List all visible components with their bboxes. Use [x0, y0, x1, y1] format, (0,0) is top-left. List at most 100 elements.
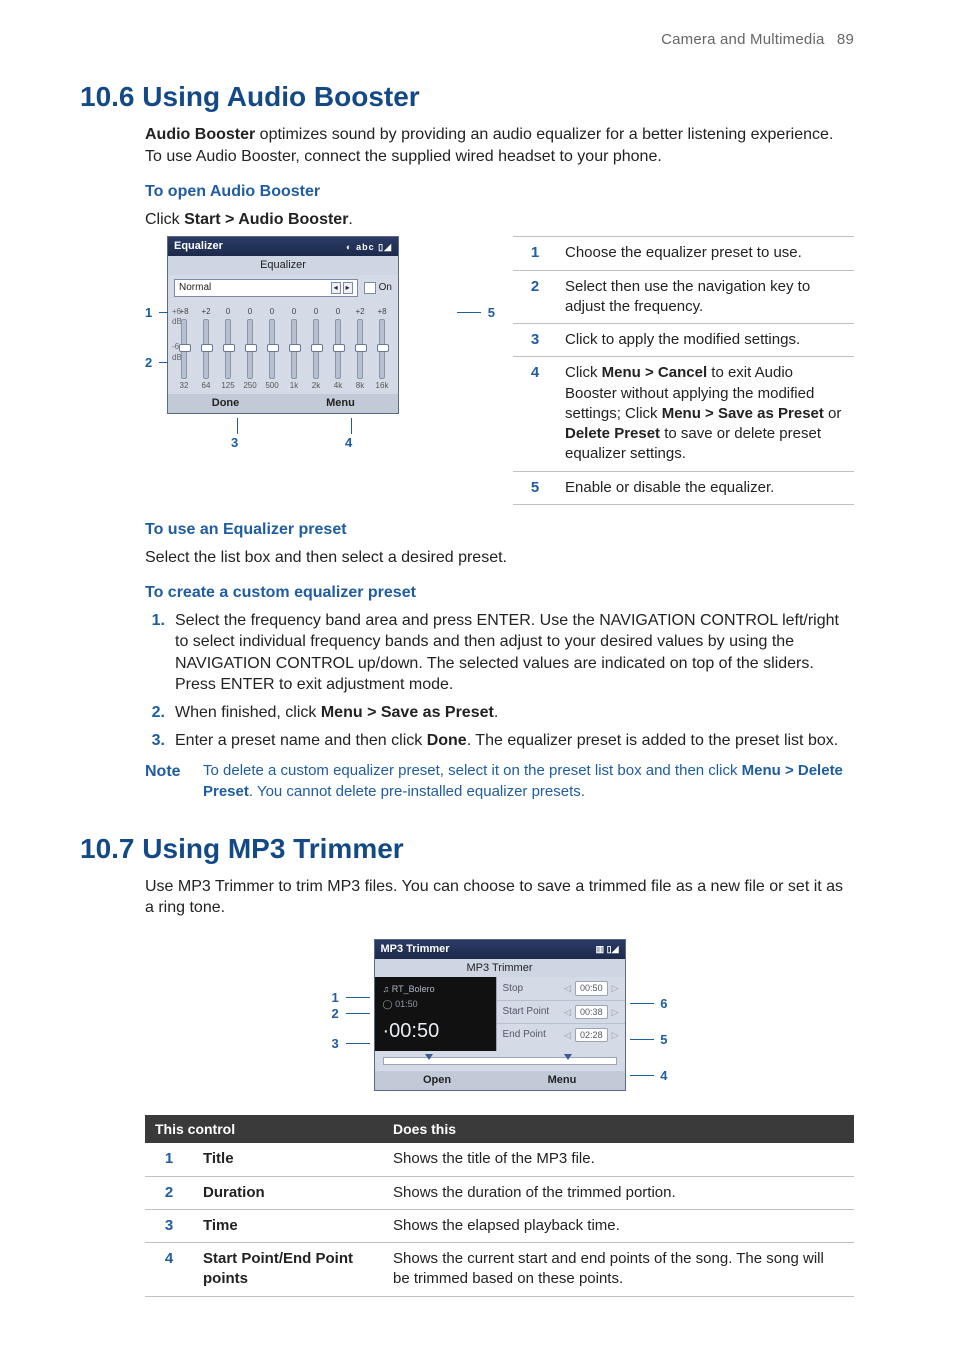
combo-left-icon[interactable]: ◂ [331, 282, 341, 294]
eq-band-track[interactable] [335, 319, 341, 379]
callout-3: 3 [231, 434, 238, 452]
eq-sliders[interactable]: +6 dB -6 dB +832+26401250250050001k02k04… [168, 301, 398, 395]
slider-knob-icon[interactable] [179, 344, 191, 352]
eq-band-track[interactable] [247, 319, 253, 379]
slider-knob-icon[interactable] [223, 344, 235, 352]
sub-open-audio-booster: To open Audio Booster [145, 181, 854, 203]
slider-knob-icon[interactable] [267, 344, 279, 352]
mp3-value-row[interactable]: Start Point◁00:38▷ [497, 1001, 625, 1024]
use-preset-line: Select the list box and then select a de… [145, 547, 854, 569]
chevron-right-icon[interactable]: ▷ [612, 1029, 619, 1041]
create-preset-steps: 1.Select the frequency band area and pre… [145, 610, 854, 752]
row-num: 2 [145, 1176, 193, 1209]
eq-band-freq: 2k [312, 381, 320, 392]
eq-band[interactable]: +28k [352, 307, 368, 393]
slider-knob-icon[interactable] [311, 344, 323, 352]
eq-band-freq: 16k [376, 381, 389, 392]
callout-num: 3 [513, 324, 557, 357]
mp3-trim-slider[interactable] [375, 1051, 625, 1071]
mp3-duration: ◯ 01:50 [383, 998, 488, 1010]
eq-band-track[interactable] [203, 319, 209, 379]
row-num: 3 [145, 1209, 193, 1242]
eq-band-value: 0 [270, 307, 274, 318]
eq-band-freq: 64 [202, 381, 211, 392]
row-desc: Shows the elapsed playback time. [383, 1209, 854, 1242]
chevron-left-icon[interactable]: ◁ [564, 982, 571, 994]
mp3-row-value: 02:28 [575, 1028, 608, 1042]
checkbox-icon[interactable] [364, 282, 376, 294]
eq-band-track[interactable] [379, 319, 385, 379]
eq-band[interactable]: +2 64 [198, 307, 214, 393]
slider-knob-icon[interactable] [201, 344, 213, 352]
equalizer-screenshot: Equalizer ◐ abc ▯◢ Equalizer Normal ◂▸ O… [167, 236, 399, 414]
mp3-right-pane: Stop◁00:50▷Start Point◁00:38▷End Point◁0… [497, 977, 625, 1050]
eq-band[interactable]: 02k [308, 307, 324, 393]
combo-right-icon[interactable]: ▸ [343, 282, 353, 294]
row-desc: Shows the title of the MP3 file. [383, 1143, 854, 1176]
eq-band-track[interactable] [269, 319, 275, 379]
menu-softkey[interactable]: Menu [500, 1073, 625, 1088]
slider-knob-icon[interactable] [355, 344, 367, 352]
eq-band[interactable]: 0 500 [264, 307, 280, 393]
eq-band-freq: 32 [180, 381, 189, 392]
eq-toolbar: Equalizer [168, 256, 398, 275]
preset-combo[interactable]: Normal ◂▸ [174, 279, 358, 297]
sub-use-preset: To use an Equalizer preset [145, 519, 854, 541]
mp3-value-row[interactable]: Stop◁00:50▷ [497, 977, 625, 1000]
mp3-song-title: ♫ RT_Bolero [383, 983, 488, 995]
equalizer-on-toggle[interactable]: On [364, 281, 392, 295]
slider-knob-icon[interactable] [377, 344, 389, 352]
eq-band[interactable]: +816k [374, 307, 390, 393]
intro-10-6: Audio Booster optimizes sound by providi… [145, 124, 854, 167]
mp3-row-label: Stop [503, 982, 524, 996]
slider-knob-icon[interactable] [289, 344, 301, 352]
slider-knob-icon[interactable] [333, 344, 345, 352]
mp3-controls-table: This control Does this 1TitleShows the t… [145, 1115, 854, 1297]
callout-desc: Select then use the navigation key to ad… [557, 270, 854, 324]
chevron-left-icon[interactable]: ◁ [564, 1006, 571, 1018]
eq-band[interactable]: 01k [286, 307, 302, 393]
callout-num: 4 [513, 357, 557, 471]
callout-1: 1 [145, 304, 152, 322]
status-icons: ▥ ▯◢ [596, 943, 619, 955]
eq-band-value: +2 [201, 307, 210, 318]
eq-band-track[interactable] [291, 319, 297, 379]
row-num: 4 [145, 1243, 193, 1297]
end-mark-icon[interactable] [564, 1054, 572, 1060]
row-desc: Shows the current start and end points o… [383, 1243, 854, 1297]
eq-band-freq: 500 [265, 381, 278, 392]
sub-create-preset: To create a custom equalizer preset [145, 582, 854, 604]
slider-knob-icon[interactable] [245, 344, 257, 352]
mp3-time: ·00:50 [383, 1018, 488, 1045]
done-softkey[interactable]: Done [168, 396, 283, 411]
start-mark-icon[interactable] [425, 1054, 433, 1060]
eq-band[interactable]: 0125 [220, 307, 236, 393]
eq-band[interactable]: 0250 [242, 307, 258, 393]
callout-4: 4 [660, 1067, 667, 1085]
eq-band-track[interactable] [181, 319, 187, 379]
eq-band-value: 0 [336, 307, 340, 318]
open-command: Click Start > Audio Booster. [145, 209, 854, 231]
intro-bold: Audio Booster [145, 126, 255, 143]
mp3-row-label: End Point [503, 1028, 546, 1042]
mp3-row-label: Start Point [503, 1005, 550, 1019]
eq-band-freq: 1k [290, 381, 298, 392]
callout-2: 2 [145, 354, 152, 372]
row-control-name: Duration [193, 1176, 383, 1209]
eq-band[interactable]: 04k [330, 307, 346, 393]
callout-3: 3 [332, 1035, 339, 1053]
step-number: 1. [145, 610, 165, 696]
menu-softkey[interactable]: Menu [283, 396, 398, 411]
chevron-left-icon[interactable]: ◁ [564, 1029, 571, 1041]
mp3-display: ♫ RT_Bolero ◯ 01:50 ·00:50 [375, 977, 497, 1050]
open-softkey[interactable]: Open [375, 1073, 500, 1088]
chevron-right-icon[interactable]: ▷ [612, 982, 619, 994]
eq-band-value: +2 [355, 307, 364, 318]
mp3-value-row[interactable]: End Point ◁ 02:28 ▷ [497, 1024, 625, 1046]
eq-band-track[interactable] [313, 319, 319, 379]
eq-band-track[interactable] [357, 319, 363, 379]
eq-band-track[interactable] [225, 319, 231, 379]
row-control-name: Time [193, 1209, 383, 1242]
chevron-right-icon[interactable]: ▷ [612, 1006, 619, 1018]
step-number: 3. [145, 730, 165, 752]
